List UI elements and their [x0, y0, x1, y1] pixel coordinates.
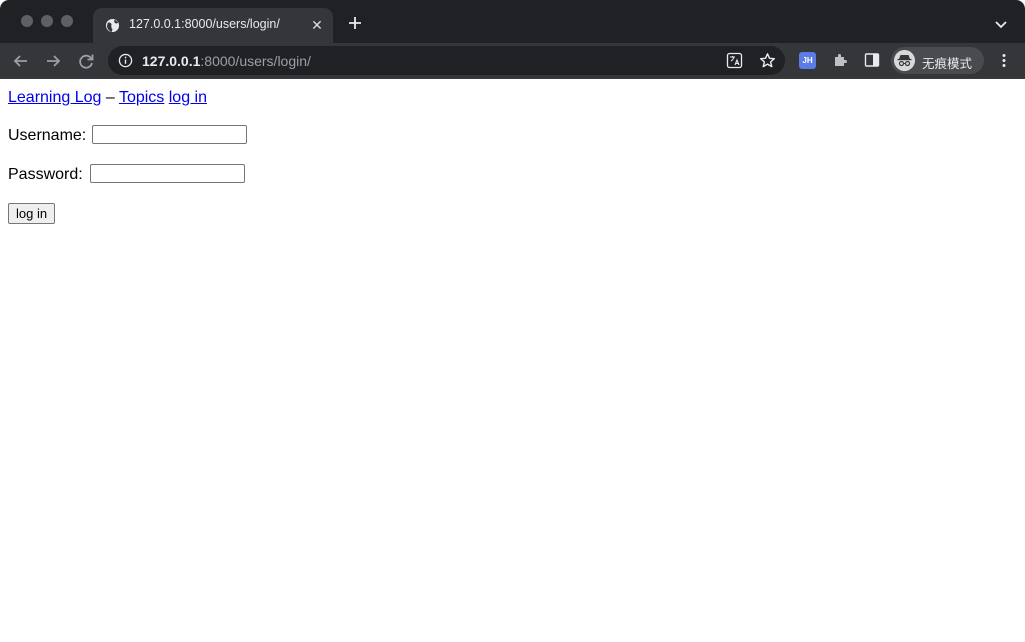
incognito-icon	[894, 50, 915, 71]
bookmark-star-icon[interactable]	[759, 52, 776, 69]
browser-tab-bar: 127.0.0.1:8000/users/login/ ✕	[0, 0, 1025, 43]
password-input[interactable]	[90, 164, 245, 183]
globe-icon	[105, 18, 120, 33]
password-row: Password:	[8, 164, 245, 184]
new-tab-plus-icon[interactable]	[344, 12, 366, 34]
extensions-puzzle-icon[interactable]	[832, 52, 849, 69]
login-submit-button[interactable]: log in	[8, 203, 56, 224]
username-label: Username:	[8, 127, 87, 144]
learning-log-home-link[interactable]: Learning Log	[8, 89, 101, 106]
side-panel-icon[interactable]	[864, 52, 880, 68]
login-link[interactable]: log in	[169, 89, 207, 106]
browser-tab-active[interactable]: 127.0.0.1:8000/users/login/ ✕	[93, 8, 333, 43]
tab-search-chevron-icon[interactable]	[993, 16, 1009, 32]
site-info-icon[interactable]	[118, 53, 133, 68]
translate-icon[interactable]	[726, 52, 743, 69]
site-nav: Learning Log – Topics log in	[8, 89, 207, 107]
nav-separator: –	[105, 89, 115, 106]
topics-link[interactable]: Topics	[119, 89, 164, 106]
incognito-profile-button[interactable]: 无痕模式	[891, 47, 984, 74]
tab-close-icon[interactable]: ✕	[308, 16, 326, 34]
browser-menu-kebab-icon[interactable]	[996, 52, 1012, 69]
address-url[interactable]: 127.0.0.1:8000/users/login/	[142, 53, 311, 69]
username-input[interactable]	[92, 125, 247, 144]
url-path: :8000/users/login/	[200, 53, 311, 69]
window-close-dot[interactable]	[21, 15, 33, 27]
browser-toolbar: 127.0.0.1:8000/users/login/ JH 无痕模式	[0, 43, 1025, 79]
address-bar[interactable]: 127.0.0.1:8000/users/login/	[108, 46, 785, 75]
back-arrow-icon[interactable]	[10, 50, 32, 72]
page-content: Learning Log – Topics log in Username: P…	[0, 79, 1025, 642]
tab-title: 127.0.0.1:8000/users/login/	[129, 17, 280, 31]
window-minimize-dot[interactable]	[41, 15, 53, 27]
window-maximize-dot[interactable]	[61, 15, 73, 27]
password-label: Password:	[8, 166, 83, 183]
incognito-label: 无痕模式	[922, 57, 973, 71]
reload-icon[interactable]	[75, 50, 97, 72]
forward-arrow-icon[interactable]	[42, 50, 64, 72]
url-host: 127.0.0.1	[142, 53, 201, 69]
username-row: Username:	[8, 125, 247, 145]
jh-extension-icon[interactable]: JH	[799, 52, 816, 69]
